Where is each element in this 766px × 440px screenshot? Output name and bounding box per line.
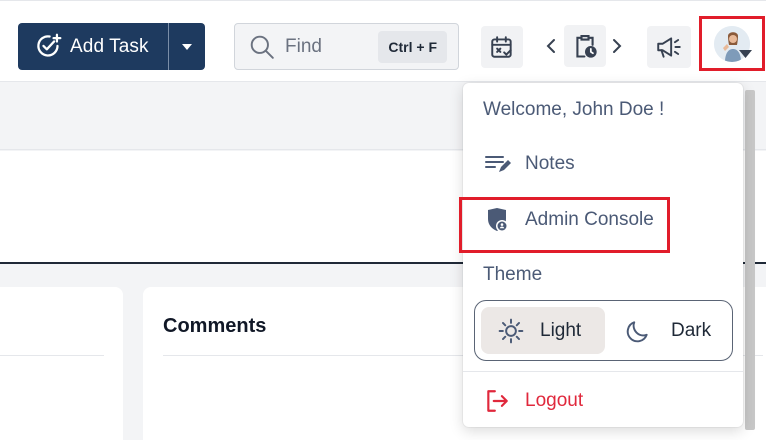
menu-item-label: Notes [525, 153, 575, 174]
calendar-check-icon [491, 36, 512, 58]
find-search-box[interactable]: Find Ctrl + F [234, 23, 459, 70]
menu-item-label: Admin Console [525, 209, 654, 230]
previous-button[interactable] [540, 31, 562, 61]
notes-icon [485, 156, 511, 172]
user-menu-button[interactable] [699, 16, 765, 71]
announcements-button[interactable] [647, 26, 691, 68]
clipboard-clock-button[interactable] [564, 25, 606, 67]
sun-icon [498, 318, 524, 343]
theme-option-light[interactable]: Light [481, 307, 605, 354]
logout-icon [487, 390, 508, 412]
add-task-button[interactable]: Add Task [18, 23, 168, 70]
chevron-right-icon [613, 39, 622, 53]
add-task-dropdown-button[interactable] [169, 23, 205, 70]
welcome-text: Welcome, John Doe ! [483, 99, 665, 120]
comments-title: Comments [163, 315, 267, 337]
top-toolbar: Add Task Find Ctrl + F [0, 0, 766, 82]
theme-toggle: Light Dark [474, 300, 733, 361]
add-task-label: Add Task [70, 35, 149, 57]
logout-label: Logout [525, 390, 584, 411]
add-task-icon [37, 33, 62, 57]
divider [0, 355, 104, 356]
caret-down-icon [739, 50, 752, 58]
next-button[interactable] [606, 31, 628, 61]
theme-option-label: Light [540, 319, 582, 341]
theme-option-dark[interactable]: Dark [621, 307, 731, 354]
megaphone-icon [657, 37, 681, 58]
left-card [0, 287, 123, 440]
chevron-left-icon [546, 39, 555, 53]
menu-item-admin-console[interactable]: Admin Console [483, 207, 654, 233]
add-task-split-button[interactable]: Add Task [18, 23, 205, 70]
search-icon [250, 35, 274, 59]
theme-option-label: Dark [671, 319, 712, 341]
calendar-button[interactable] [481, 26, 523, 68]
menu-item-notes[interactable]: Notes [483, 153, 575, 175]
moon-icon [626, 320, 648, 342]
user-dropdown-menu: Welcome, John Doe ! Notes Admin Console … [459, 83, 743, 427]
clipboard-clock-icon [576, 35, 597, 58]
shield-user-icon [488, 208, 508, 232]
theme-label: Theme [483, 264, 543, 285]
find-shortcut-badge: Ctrl + F [378, 30, 447, 63]
menu-divider [463, 371, 743, 372]
find-placeholder: Find [285, 35, 322, 57]
page-scrollbar[interactable] [745, 90, 755, 430]
menu-item-logout[interactable]: Logout [483, 388, 583, 414]
caret-down-icon [182, 43, 192, 50]
